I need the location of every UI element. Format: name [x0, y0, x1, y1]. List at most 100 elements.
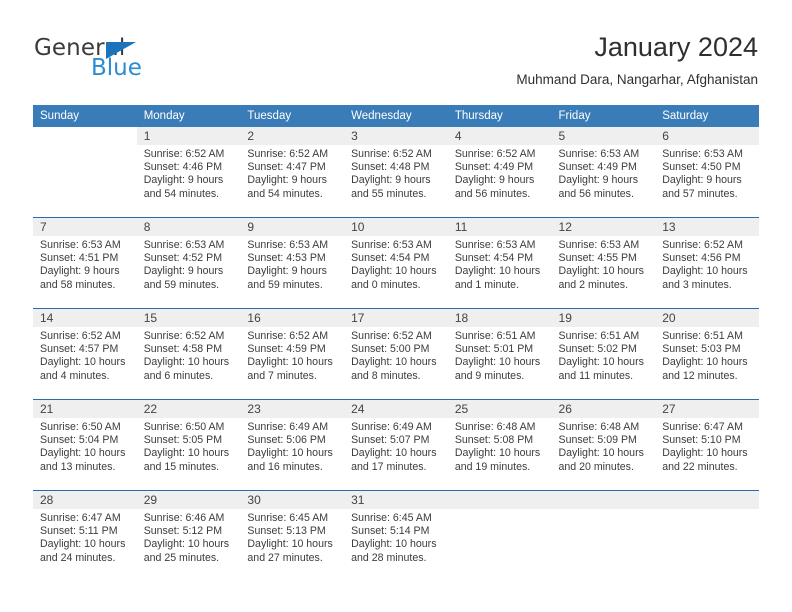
day-number: 30 — [240, 491, 345, 509]
calendar-cell[interactable]: 8 Sunrise: 6:53 AM Sunset: 4:52 PM Daylight… — [136, 217, 241, 309]
calendar-cell — [551, 490, 656, 581]
calendar-cell[interactable]: 30 Sunrise: 6:45 AM Sunset: 5:13 PM Dayligh… — [240, 490, 345, 581]
sunrise-text: Sunrise: 6:53 AM — [143, 239, 225, 251]
day-details: Sunrise: 6:53 AM Sunset: 4:52 PM Daylight:… — [137, 236, 241, 292]
title-block: January 2024 Muhmand Dara, Nangarhar, Af… — [516, 30, 758, 88]
daylight-text: Daylight: 9 hours and 58 minutes. — [40, 265, 120, 291]
calendar-cell[interactable]: 21 Sunrise: 6:50 AM Sunset: 5:04 PM Dayligh… — [33, 399, 137, 491]
calendar-cell[interactable]: 25 Sunrise: 6:48 AM Sunset: 5:08 PM Dayligh… — [447, 399, 552, 491]
day-details: Sunrise: 6:53 AM Sunset: 4:53 PM Daylight:… — [240, 236, 344, 292]
weekday-header-tuesday: Tuesday — [240, 105, 345, 127]
day-cell: 28 Sunrise: 6:47 AM Sunset: 5:11 PM Dayligh… — [33, 491, 137, 581]
calendar-cell[interactable]: 12 Sunrise: 6:53 AM Sunset: 4:55 PM Dayligh… — [551, 217, 656, 309]
sunset-text: Sunset: 4:46 PM — [143, 161, 223, 174]
sunset-text: Sunset: 5:04 PM — [40, 434, 119, 447]
sunset-text: Sunset: 5:12 PM — [143, 525, 223, 538]
sunrise-text: Sunrise: 6:52 AM — [454, 148, 536, 160]
day-details: Sunrise: 6:52 AM Sunset: 4:57 PM Daylight:… — [33, 327, 137, 383]
calendar-cell[interactable]: 13 Sunrise: 6:52 AM Sunset: 4:56 PM Dayligh… — [655, 217, 759, 309]
calendar-cell[interactable]: 14 Sunrise: 6:52 AM Sunset: 4:57 PM Dayligh… — [33, 308, 137, 400]
calendar-cell[interactable]: 15 Sunrise: 6:52 AM Sunset: 4:58 PM Dayligh… — [136, 308, 241, 400]
day-number: 10 — [344, 218, 448, 236]
calendar-cell[interactable]: 19 Sunrise: 6:51 AM Sunset: 5:02 PM Dayligh… — [551, 308, 656, 400]
day-details: Sunrise: 6:46 AM Sunset: 5:12 PM Daylight:… — [137, 509, 241, 565]
day-cell: 23 Sunrise: 6:49 AM Sunset: 5:06 PM Dayligh… — [240, 400, 345, 490]
calendar-cell[interactable]: 11 Sunrise: 6:53 AM Sunset: 4:54 PM Dayligh… — [447, 217, 552, 309]
daylight-text: Daylight: 10 hours and 20 minutes. — [558, 447, 644, 473]
calendar-cell[interactable]: 16 Sunrise: 6:52 AM Sunset: 4:59 PM Dayligh… — [240, 308, 345, 400]
sunrise-text: Sunrise: 6:52 AM — [351, 148, 432, 160]
day-cell: 21 Sunrise: 6:50 AM Sunset: 5:04 PM Dayligh… — [33, 400, 137, 490]
sunset-text: Sunset: 4:56 PM — [662, 252, 741, 265]
day-number: 14 — [33, 309, 137, 327]
calendar-week-row: 21 Sunrise: 6:50 AM Sunset: 5:04 PM Dayligh… — [33, 399, 759, 491]
calendar-cell[interactable]: 5 Sunrise: 6:53 AM Sunset: 4:49 PM Daylight… — [551, 127, 656, 218]
calendar-table: Sunday Monday Tuesday Wednesday Thursday… — [33, 105, 759, 581]
calendar-cell[interactable]: 24 Sunrise: 6:49 AM Sunset: 5:07 PM Dayligh… — [344, 399, 448, 491]
daylight-text: Daylight: 9 hours and 59 minutes. — [247, 265, 327, 291]
day-cell: 6 Sunrise: 6:53 AM Sunset: 4:50 PM Daylight… — [655, 127, 759, 217]
day-number: 11 — [447, 218, 552, 236]
day-number — [447, 491, 552, 509]
day-cell: 30 Sunrise: 6:45 AM Sunset: 5:13 PM Dayligh… — [240, 491, 345, 581]
day-cell: 13 Sunrise: 6:52 AM Sunset: 4:56 PM Dayligh… — [655, 218, 759, 308]
calendar-cell[interactable]: 6 Sunrise: 6:53 AM Sunset: 4:50 PM Daylight… — [655, 127, 759, 218]
sunset-text: Sunset: 4:58 PM — [143, 343, 223, 356]
daylight-text: Daylight: 10 hours and 9 minutes. — [454, 356, 541, 382]
day-cell: 8 Sunrise: 6:53 AM Sunset: 4:52 PM Daylight… — [136, 218, 241, 308]
day-cell: 20 Sunrise: 6:51 AM Sunset: 5:03 PM Dayligh… — [655, 309, 759, 399]
calendar-cell[interactable]: 7 Sunrise: 6:53 AM Sunset: 4:51 PM Daylight… — [33, 217, 137, 309]
sunset-text: Sunset: 5:00 PM — [351, 343, 430, 356]
calendar-cell[interactable]: 9 Sunrise: 6:53 AM Sunset: 4:53 PM Daylight… — [240, 217, 345, 309]
calendar-cell[interactable]: 17 Sunrise: 6:52 AM Sunset: 5:00 PM Dayligh… — [344, 308, 448, 400]
calendar-cell — [33, 127, 137, 218]
calendar-cell[interactable]: 10 Sunrise: 6:53 AM Sunset: 4:54 PM Dayligh… — [344, 217, 448, 309]
calendar-cell[interactable]: 1 Sunrise: 6:52 AM Sunset: 4:46 PM Daylight… — [136, 127, 241, 218]
calendar-cell[interactable]: 27 Sunrise: 6:47 AM Sunset: 5:10 PM Dayligh… — [655, 399, 759, 491]
calendar-cell[interactable]: 26 Sunrise: 6:48 AM Sunset: 5:09 PM Dayligh… — [551, 399, 656, 491]
daylight-text: Daylight: 10 hours and 8 minutes. — [351, 356, 437, 382]
sunset-text: Sunset: 4:47 PM — [247, 161, 326, 174]
calendar-cell[interactable]: 20 Sunrise: 6:51 AM Sunset: 5:03 PM Dayligh… — [655, 308, 759, 400]
sunrise-text: Sunrise: 6:53 AM — [351, 239, 432, 251]
calendar-cell[interactable]: 18 Sunrise: 6:51 AM Sunset: 5:01 PM Dayligh… — [447, 308, 552, 400]
day-cell: 26 Sunrise: 6:48 AM Sunset: 5:09 PM Dayligh… — [551, 400, 656, 490]
sunset-text: Sunset: 4:53 PM — [247, 252, 326, 265]
day-details: Sunrise: 6:53 AM Sunset: 4:49 PM Daylight:… — [552, 145, 656, 201]
weekday-header-saturday: Saturday — [655, 105, 759, 127]
calendar-cell[interactable]: 2 Sunrise: 6:52 AM Sunset: 4:47 PM Daylight… — [240, 127, 345, 218]
sunset-text: Sunset: 5:09 PM — [558, 434, 637, 447]
day-cell: 3 Sunrise: 6:52 AM Sunset: 4:48 PM Daylight… — [344, 127, 448, 217]
day-number — [551, 491, 656, 509]
day-cell: 19 Sunrise: 6:51 AM Sunset: 5:02 PM Dayligh… — [551, 309, 656, 399]
calendar-cell[interactable]: 31 Sunrise: 6:45 AM Sunset: 5:14 PM Dayligh… — [344, 490, 448, 581]
daylight-text: Daylight: 10 hours and 15 minutes. — [143, 447, 230, 473]
daylight-text: Daylight: 10 hours and 17 minutes. — [351, 447, 437, 473]
weekday-header-friday: Friday — [551, 105, 656, 127]
calendar-cell[interactable]: 3 Sunrise: 6:52 AM Sunset: 4:48 PM Daylight… — [344, 127, 448, 218]
day-details: Sunrise: 6:51 AM Sunset: 5:03 PM Daylight:… — [655, 327, 759, 383]
calendar-cell[interactable]: 29 Sunrise: 6:46 AM Sunset: 5:12 PM Dayligh… — [136, 490, 241, 581]
day-cell: 27 Sunrise: 6:47 AM Sunset: 5:10 PM Dayligh… — [655, 400, 759, 490]
weekday-header-wednesday: Wednesday — [344, 105, 448, 127]
sunrise-text: Sunrise: 6:52 AM — [143, 148, 225, 160]
daylight-text: Daylight: 10 hours and 11 minutes. — [558, 356, 644, 382]
day-number: 23 — [240, 400, 345, 418]
sunrise-text: Sunrise: 6:53 AM — [662, 148, 743, 160]
calendar-cell[interactable]: 23 Sunrise: 6:49 AM Sunset: 5:06 PM Dayligh… — [240, 399, 345, 491]
day-details: Sunrise: 6:52 AM Sunset: 4:48 PM Daylight:… — [344, 145, 448, 201]
sunrise-text: Sunrise: 6:53 AM — [454, 239, 536, 251]
day-details: Sunrise: 6:47 AM Sunset: 5:11 PM Daylight:… — [33, 509, 137, 565]
sunrise-text: Sunrise: 6:46 AM — [143, 512, 225, 524]
calendar-cell[interactable]: 28 Sunrise: 6:47 AM Sunset: 5:11 PM Dayligh… — [33, 490, 137, 581]
calendar-week-row: 1 Sunrise: 6:52 AM Sunset: 4:46 PM Daylight… — [33, 127, 759, 218]
day-cell: 12 Sunrise: 6:53 AM Sunset: 4:55 PM Dayligh… — [551, 218, 656, 308]
day-number: 27 — [655, 400, 759, 418]
calendar-cell[interactable]: 22 Sunrise: 6:50 AM Sunset: 5:05 PM Dayligh… — [136, 399, 241, 491]
sunrise-text: Sunrise: 6:49 AM — [351, 421, 432, 433]
day-details: Sunrise: 6:52 AM Sunset: 4:46 PM Daylight:… — [137, 145, 241, 201]
sunset-text: Sunset: 4:52 PM — [143, 252, 223, 265]
calendar-cell[interactable]: 4 Sunrise: 6:52 AM Sunset: 4:49 PM Daylight… — [447, 127, 552, 218]
calendar-body: 1 Sunrise: 6:52 AM Sunset: 4:46 PM Daylight… — [33, 127, 759, 581]
daylight-text: Daylight: 9 hours and 59 minutes. — [143, 265, 224, 291]
